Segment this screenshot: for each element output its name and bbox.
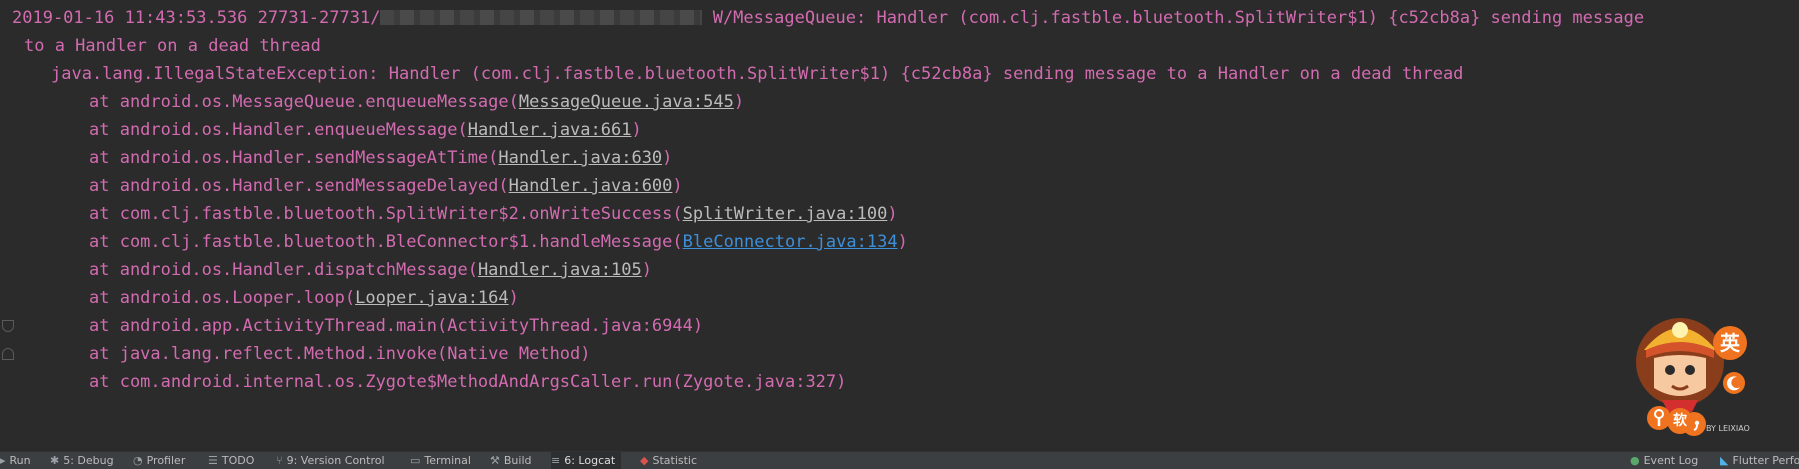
tab-flutter-performance[interactable]: ◣ Flutter Perfo [1720, 452, 1799, 469]
brand-label: BY LEIXIAO [1706, 424, 1750, 433]
tab-event-log[interactable]: ● Event Log [1630, 452, 1698, 469]
tab-debug[interactable]: ✱ 5: Debug [50, 452, 114, 469]
flutter-icon: ◣ [1720, 454, 1729, 467]
stack-frame: at android.os.Looper.loop(Looper.java:16… [89, 288, 519, 308]
tab-build[interactable]: ⚒ Build [490, 452, 532, 469]
terminal-icon: ▭ [410, 454, 421, 467]
hammer-icon: ⚒ [490, 454, 500, 467]
source-link[interactable]: Handler.java:600 [509, 176, 673, 196]
list-icon: ☰ [208, 454, 218, 467]
tab-profiler[interactable]: ◔ Profiler [133, 452, 185, 469]
soft-keyboard-button[interactable]: 软 [1667, 408, 1693, 434]
input-method-widget[interactable]: 英 软 BY LEIXIAO [1632, 306, 1792, 451]
stack-frame: at java.lang.reflect.Method.invoke(Nativ… [89, 344, 591, 364]
tab-version-control[interactable]: ⑂ 9: Version Control [276, 452, 385, 469]
tab-statistic[interactable]: ◆ Statistic [640, 452, 697, 469]
stack-frame: at android.os.MessageQueue.enqueueMessag… [89, 92, 745, 112]
source-link[interactable]: Handler.java:661 [468, 120, 632, 140]
branch-icon: ⑂ [276, 454, 283, 467]
mascot-avatar-icon [1636, 318, 1724, 412]
fold-marker-icon[interactable] [2, 320, 14, 332]
source-link-visited[interactable]: BleConnector.java:134 [683, 232, 898, 252]
stack-frame: at com.clj.fastble.bluetooth.SplitWriter… [89, 204, 898, 224]
language-toggle-button[interactable]: 英 [1713, 326, 1747, 360]
source-link[interactable]: SplitWriter.java:100 [683, 204, 888, 224]
stack-frame: at android.os.Handler.enqueueMessage(Han… [89, 120, 642, 140]
fold-marker-icon[interactable] [2, 348, 14, 360]
bottom-tool-window-bar: ▸ Run ✱ 5: Debug ◔ Profiler ☰ TODO ⑂ 9: Versi… [0, 451, 1799, 469]
source-link[interactable]: Handler.java:105 [478, 260, 642, 280]
stack-frame: at android.app.ActivityThread.main(Activ… [89, 316, 704, 336]
logcat-output: 2019-01-16 11:43:53.536 27731-27731/ W/M… [0, 0, 1799, 451]
stack-frame: at android.os.Handler.sendMessageAtTime(… [89, 148, 673, 168]
tab-run[interactable]: ▸ Run [0, 452, 31, 469]
stack-frame: at com.clj.fastble.bluetooth.BleConnecto… [89, 232, 908, 252]
source-link[interactable]: MessageQueue.java:545 [519, 92, 734, 112]
gauge-icon: ◔ [133, 454, 143, 467]
moon-icon[interactable] [1723, 372, 1745, 394]
log-line: to a Handler on a dead thread [24, 36, 321, 56]
redacted-package-name [380, 10, 703, 25]
tab-terminal[interactable]: ▭ Terminal [410, 452, 471, 469]
bug-icon: ✱ [50, 454, 60, 467]
run-icon: ▸ [0, 454, 6, 467]
logcat-icon: ≡ [551, 454, 561, 467]
source-link[interactable]: Looper.java:164 [355, 288, 509, 308]
tab-logcat[interactable]: ≡ 6: Logcat [551, 452, 622, 469]
tab-todo[interactable]: ☰ TODO [208, 452, 254, 469]
stack-frame: at android.os.Handler.sendMessageDelayed… [89, 176, 683, 196]
event-log-icon: ● [1630, 454, 1640, 467]
source-link[interactable]: Handler.java:630 [498, 148, 662, 168]
exception-line: java.lang.IllegalStateException: Handler… [51, 64, 1464, 84]
stack-frame: at com.android.internal.os.Zygote$Method… [89, 372, 847, 392]
chart-icon: ◆ [640, 454, 649, 467]
log-line: 2019-01-16 11:43:53.536 27731-27731/ W/M… [12, 8, 1645, 28]
stack-frame: at android.os.Handler.dispatchMessage(Ha… [89, 260, 652, 280]
